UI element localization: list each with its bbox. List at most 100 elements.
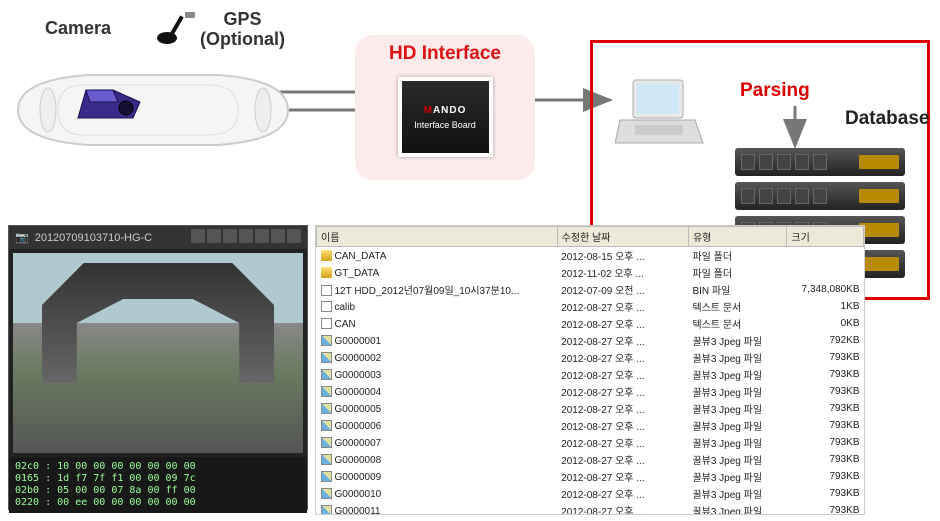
- video-frame-view[interactable]: [13, 253, 303, 453]
- server-unit: [735, 182, 905, 210]
- file-type-cell: 꿀뷰3 Jpeg 파일: [688, 366, 786, 383]
- file-name-cell: G0000009: [317, 468, 558, 485]
- file-type-cell: 꿀뷰3 Jpeg 파일: [688, 451, 786, 468]
- image-file-icon: [321, 369, 332, 380]
- gps-icon: [155, 10, 195, 55]
- file-date-cell: 2012-08-27 오후 ...: [557, 349, 688, 366]
- file-size-cell: 793KB: [787, 383, 864, 400]
- image-file-icon: [321, 471, 332, 482]
- file-name-cell: G0000008: [317, 451, 558, 468]
- file-row[interactable]: CAN2012-08-27 오후 ...텍스트 문서0KB: [317, 315, 864, 332]
- file-date-cell: 2012-07-09 오전 ...: [557, 281, 688, 298]
- image-file-icon: [321, 454, 332, 465]
- file-date-cell: 2012-08-27 오후 ...: [557, 434, 688, 451]
- image-file-icon: [321, 352, 332, 363]
- video-title-text: 20120709103710-HG-C: [35, 232, 152, 244]
- file-row[interactable]: G00000022012-08-27 오후 ...꿀뷰3 Jpeg 파일793K…: [317, 349, 864, 366]
- hd-interface-title: HD Interface: [355, 43, 535, 65]
- file-size-cell: 0KB: [787, 315, 864, 332]
- file-name-cell: G0000011: [317, 502, 558, 515]
- file-date-cell: 2012-08-27 오후 ...: [557, 400, 688, 417]
- image-file-icon: [321, 335, 332, 346]
- file-name-cell: G0000002: [317, 349, 558, 366]
- column-header[interactable]: 이름: [317, 227, 558, 247]
- file-type-cell: 꿀뷰3 Jpeg 파일: [688, 383, 786, 400]
- file-size-cell: 792KB: [787, 332, 864, 349]
- file-size-cell: 1KB: [787, 298, 864, 315]
- board-brand: MMANDOANDO: [424, 105, 467, 116]
- file-name-cell: G0000005: [317, 400, 558, 417]
- file-date-cell: 2012-08-27 오후 ...: [557, 485, 688, 502]
- image-file-icon: [321, 505, 332, 516]
- file-type-cell: 꿀뷰3 Jpeg 파일: [688, 400, 786, 417]
- file-type-cell: 파일 폴더: [688, 264, 786, 281]
- video-window-titlebar[interactable]: 📷 20120709103710-HG-C: [9, 226, 307, 249]
- file-name-cell: G0000007: [317, 434, 558, 451]
- file-type-cell: 꿀뷰3 Jpeg 파일: [688, 417, 786, 434]
- file-name-cell: GT_DATA: [317, 264, 558, 281]
- file-date-cell: 2012-08-27 오후 ...: [557, 468, 688, 485]
- file-type-cell: 텍스트 문서: [688, 298, 786, 315]
- file-size-cell: 793KB: [787, 366, 864, 383]
- file-row[interactable]: G00000082012-08-27 오후 ...꿀뷰3 Jpeg 파일793K…: [317, 451, 864, 468]
- file-date-cell: 2012-08-27 오후 ...: [557, 383, 688, 400]
- laptop-icon: [615, 75, 705, 155]
- file-size-cell: 793KB: [787, 417, 864, 434]
- file-row[interactable]: G00000102012-08-27 오후 ...꿀뷰3 Jpeg 파일793K…: [317, 485, 864, 502]
- file-size-cell: [787, 264, 864, 281]
- file-type-cell: 꿀뷰3 Jpeg 파일: [688, 502, 786, 515]
- file-row[interactable]: calib2012-08-27 오후 ...텍스트 문서1KB: [317, 298, 864, 315]
- server-unit: [735, 148, 905, 176]
- hex-dump-panel: 02c0 : 10 00 00 00 00 00 00 00 0165 : 1d…: [9, 457, 307, 513]
- file-row[interactable]: G00000112012-08-27 오후 ...꿀뷰3 Jpeg 파일793K…: [317, 502, 864, 515]
- file-row[interactable]: G00000012012-08-27 오후 ...꿀뷰3 Jpeg 파일792K…: [317, 332, 864, 349]
- file-name-cell: G0000003: [317, 366, 558, 383]
- file-row[interactable]: G00000062012-08-27 오후 ...꿀뷰3 Jpeg 파일793K…: [317, 417, 864, 434]
- car-illustration: [8, 60, 298, 160]
- column-header[interactable]: 수정한 날짜: [557, 227, 688, 247]
- file-type-cell: 파일 폴더: [688, 247, 786, 265]
- file-size-cell: 793KB: [787, 502, 864, 515]
- camera-label: Camera: [45, 18, 111, 39]
- file-icon: [321, 285, 332, 296]
- file-type-cell: 꿀뷰3 Jpeg 파일: [688, 485, 786, 502]
- column-header[interactable]: 크기: [787, 227, 864, 247]
- file-type-cell: 꿀뷰3 Jpeg 파일: [688, 349, 786, 366]
- file-size-cell: 7,348,080KB: [787, 281, 864, 298]
- file-type-cell: BIN 파일: [688, 281, 786, 298]
- file-date-cell: 2012-08-27 오후 ...: [557, 332, 688, 349]
- file-size-cell: [787, 247, 864, 265]
- file-name-cell: G0000004: [317, 383, 558, 400]
- file-row[interactable]: G00000042012-08-27 오후 ...꿀뷰3 Jpeg 파일793K…: [317, 383, 864, 400]
- file-row[interactable]: G00000092012-08-27 오후 ...꿀뷰3 Jpeg 파일793K…: [317, 468, 864, 485]
- file-date-cell: 2012-08-27 오후 ...: [557, 315, 688, 332]
- file-date-cell: 2012-11-02 오후 ...: [557, 264, 688, 281]
- parsing-label: Parsing: [740, 80, 810, 102]
- image-file-icon: [321, 437, 332, 448]
- camera-icon: 📷: [15, 231, 29, 244]
- file-row[interactable]: G00000032012-08-27 오후 ...꿀뷰3 Jpeg 파일793K…: [317, 366, 864, 383]
- file-row[interactable]: G00000052012-08-27 오후 ...꿀뷰3 Jpeg 파일793K…: [317, 400, 864, 417]
- file-date-cell: 2012-08-27 오후 ...: [557, 451, 688, 468]
- file-row[interactable]: CAN_DATA2012-08-15 오후 ...파일 폴더: [317, 247, 864, 265]
- file-row[interactable]: G00000072012-08-27 오후 ...꿀뷰3 Jpeg 파일793K…: [317, 434, 864, 451]
- column-header[interactable]: 유형: [688, 227, 786, 247]
- file-explorer-list[interactable]: 이름수정한 날짜유형크기 CAN_DATA2012-08-15 오후 ...파일…: [315, 225, 865, 515]
- file-row[interactable]: GT_DATA2012-11-02 오후 ...파일 폴더: [317, 264, 864, 281]
- file-size-cell: 793KB: [787, 400, 864, 417]
- image-file-icon: [321, 420, 332, 431]
- file-size-cell: 793KB: [787, 485, 864, 502]
- file-name-cell: CAN: [317, 315, 558, 332]
- file-icon: [321, 301, 332, 312]
- video-analysis-window: 📷 20120709103710-HG-C 02c0 : 10 00 00 00…: [8, 225, 308, 510]
- underpass-scene: [42, 263, 274, 383]
- toolbar-icons[interactable]: [189, 229, 301, 246]
- file-date-cell: 2012-08-27 오후 ...: [557, 298, 688, 315]
- file-name-cell: G0000010: [317, 485, 558, 502]
- interface-board-device: MMANDOANDO Interface Board: [398, 77, 493, 157]
- file-size-cell: 793KB: [787, 468, 864, 485]
- hd-interface-box: HD Interface MMANDOANDO Interface Board: [355, 35, 535, 180]
- file-row[interactable]: 12T HDD_2012년07월09일_10시37분10...2012-07-0…: [317, 281, 864, 298]
- image-file-icon: [321, 403, 332, 414]
- file-type-cell: 꿀뷰3 Jpeg 파일: [688, 468, 786, 485]
